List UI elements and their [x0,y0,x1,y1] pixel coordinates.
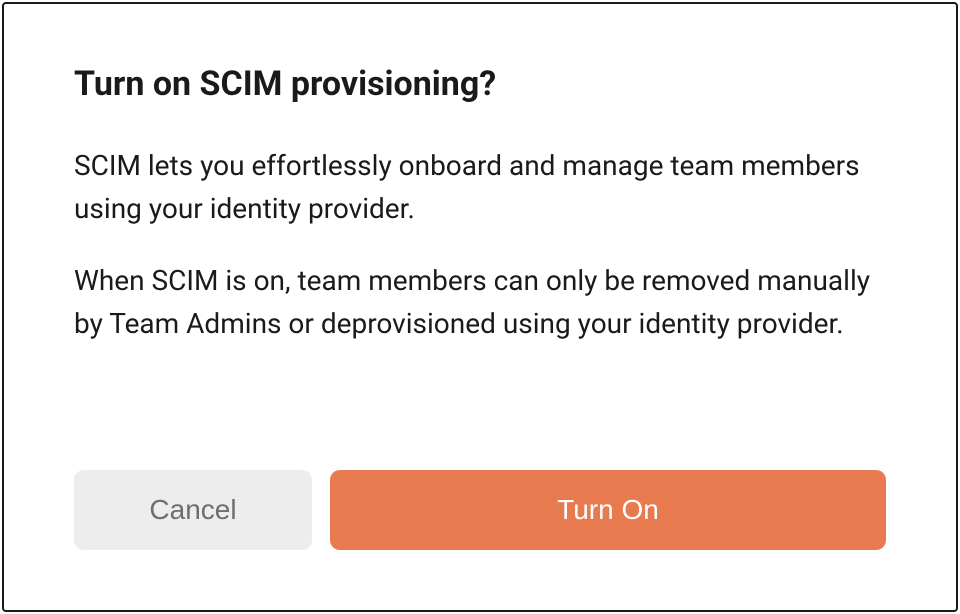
scim-confirm-dialog: Turn on SCIM provisioning? SCIM lets you… [2,2,958,612]
cancel-button[interactable]: Cancel [74,470,312,550]
dialog-body: SCIM lets you effortlessly onboard and m… [74,144,886,450]
dialog-actions: Cancel Turn On [74,470,886,550]
dialog-paragraph-1: SCIM lets you effortlessly onboard and m… [74,144,886,231]
turn-on-button[interactable]: Turn On [330,470,886,550]
dialog-title: Turn on SCIM provisioning? [74,64,886,104]
dialog-paragraph-2: When SCIM is on, team members can only b… [74,259,886,346]
